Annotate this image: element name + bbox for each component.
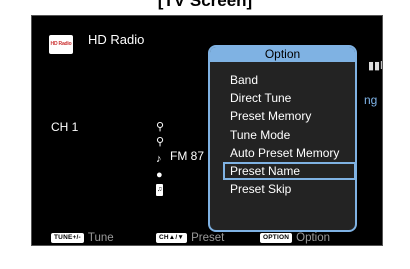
option-item-preset-skip[interactable]: Preset Skip — [210, 180, 355, 198]
option-label: Option — [296, 232, 331, 244]
footer-tune: TUNE+/- Tune — [51, 232, 114, 244]
option-item-auto-preset-memory[interactable]: Auto Preset Memory — [210, 144, 355, 162]
source-name: HD Radio — [88, 32, 145, 47]
hd-radio-logo: HD Radio — [49, 35, 73, 54]
page-caption: [TV Screen] — [157, 0, 253, 10]
status-text: ng — [364, 93, 378, 107]
option-menu: Option Band Direct Tune Preset Memory Tu… — [208, 45, 357, 232]
album-icon: ♫ — [156, 184, 164, 196]
channel-key-icon: CH▲/▼ — [156, 233, 188, 243]
option-key-icon: OPTION — [260, 233, 293, 243]
option-menu-title: Option — [210, 47, 355, 62]
option-item-band[interactable]: Band — [210, 71, 355, 89]
artist-icon: ● — [156, 169, 163, 181]
hd-signal-icon: ⚲ — [156, 121, 165, 133]
option-list: Band Direct Tune Preset Memory Tune Mode… — [210, 71, 355, 198]
frequency-label: FM 87 — [170, 149, 205, 163]
tv-screen: HD Radio HD Radio CH 1 ⚲ ⚲ FM 87 ♪ ● ♫ ▮… — [31, 15, 383, 246]
option-item-tune-mode[interactable]: Tune Mode — [210, 126, 355, 144]
preset-label: Preset — [191, 232, 225, 244]
option-item-preset-memory[interactable]: Preset Memory — [210, 107, 355, 125]
option-item-preset-name[interactable]: Preset Name — [223, 161, 355, 181]
station-icon: ⚲ — [156, 136, 165, 148]
signal-bars-icon: ▮▮l — [368, 60, 383, 72]
footer-option: OPTION Option — [260, 232, 330, 244]
option-item-direct-tune[interactable]: Direct Tune — [210, 89, 355, 107]
channel-label: CH 1 — [51, 120, 79, 134]
music-note-icon: ♪ — [156, 153, 162, 165]
footer-preset: CH▲/▼ Preset — [156, 232, 224, 244]
tune-key-icon: TUNE+/- — [51, 233, 84, 243]
tune-label: Tune — [87, 232, 114, 244]
